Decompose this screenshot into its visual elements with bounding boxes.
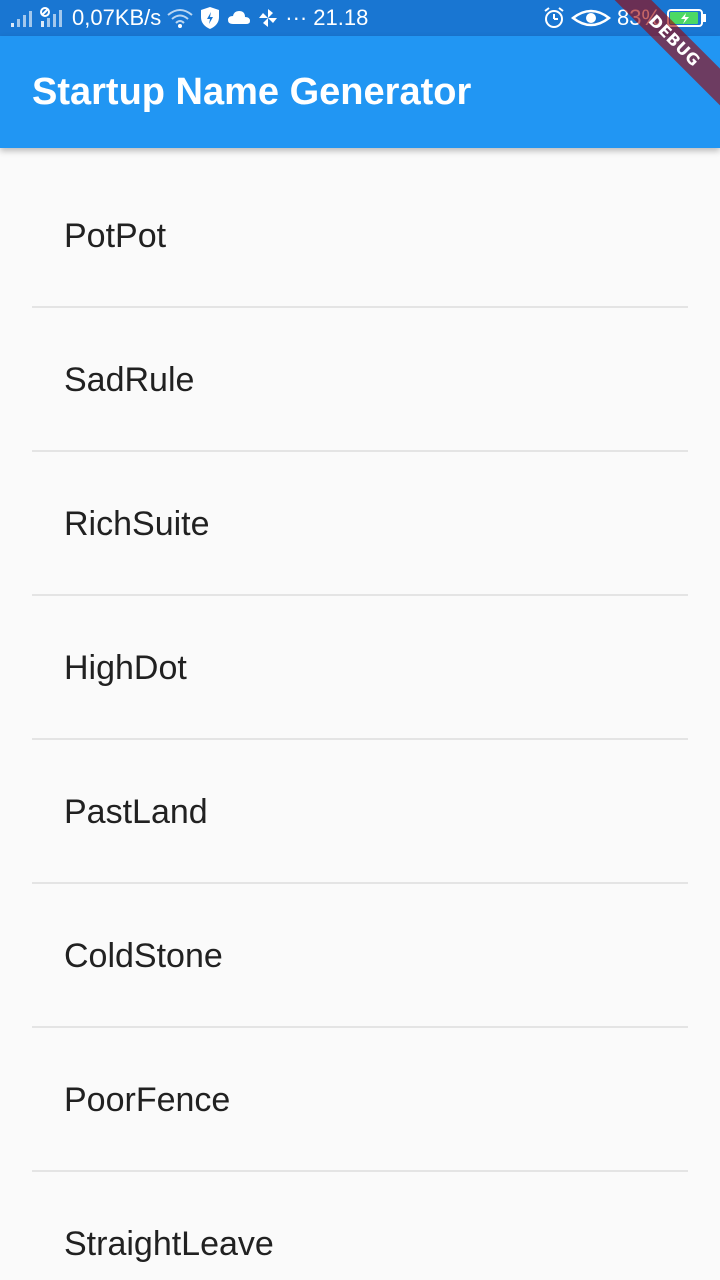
clock-time: 21.18 — [313, 5, 369, 30]
more-indicator: ··· — [285, 5, 308, 30]
list-item[interactable]: PoorFence — [32, 1028, 688, 1172]
status-left: 0,07KB/s ··· 21.18 — [10, 0, 374, 36]
list-item-label: PoorFence — [64, 1081, 231, 1119]
list-item-label: SadRule — [64, 361, 195, 399]
pinwheel-icon — [257, 7, 279, 29]
list-item-label: RichSuite — [64, 505, 210, 543]
signal-icon — [40, 7, 66, 29]
list-item[interactable]: PastLand — [32, 740, 688, 884]
net-speed: 0,07KB/s — [72, 5, 162, 30]
list-item-label: HighDot — [64, 649, 187, 687]
list-item-label: PastLand — [64, 793, 208, 831]
list-item[interactable]: SadRule — [32, 308, 688, 452]
eye-icon — [571, 8, 611, 28]
battery-percent: 83% — [617, 5, 662, 30]
status-right: 83% — [543, 0, 713, 36]
shield-icon — [199, 6, 221, 30]
list-item-label: StraightLeave — [64, 1225, 274, 1263]
page-title: Startup Name Generator — [32, 71, 472, 113]
signal-icon — [10, 8, 34, 28]
list-item-label: PotPot — [64, 217, 167, 255]
list-item-label: ColdStone — [64, 937, 223, 975]
status-bar: 0,07KB/s ··· 21.18 83% — [0, 0, 720, 36]
list-item[interactable]: ColdStone — [32, 884, 688, 1028]
wifi-icon — [167, 7, 193, 29]
alarm-icon — [543, 7, 565, 29]
app-bar: Startup Name Generator — [0, 36, 720, 148]
list-item[interactable]: PotPot — [32, 148, 688, 308]
list-item[interactable]: HighDot — [32, 596, 688, 740]
battery-icon — [667, 8, 707, 28]
list-item[interactable]: StraightLeave — [32, 1172, 688, 1280]
cloud-icon — [227, 9, 251, 27]
name-list[interactable]: PotPot SadRule RichSuite HighDot PastLan… — [0, 148, 720, 1280]
list-item[interactable]: RichSuite — [32, 452, 688, 596]
